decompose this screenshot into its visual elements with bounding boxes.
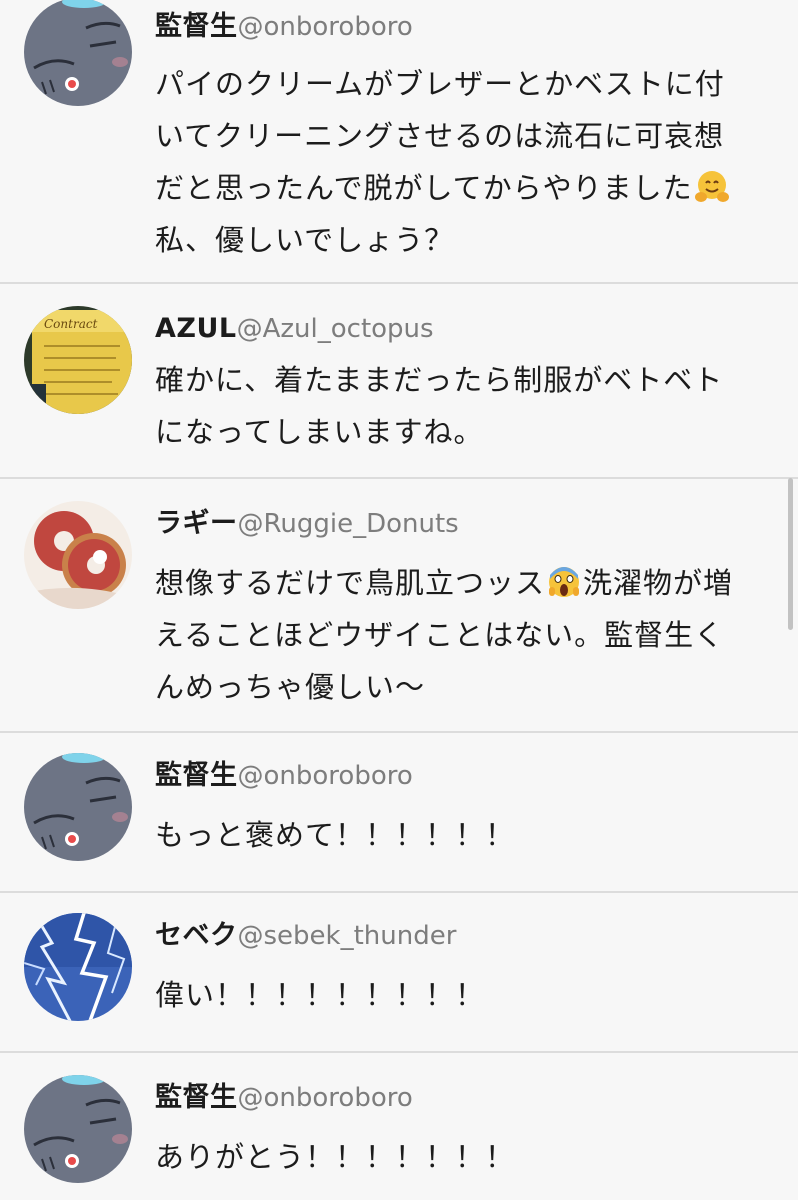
post-text-line: いてクリーニングさせるのは流石に可哀想 [155, 119, 725, 153]
post-text-line: パイのクリームがブレザーとかベストに付 [155, 67, 725, 101]
post-header: AZUL@Azul_octopus [155, 312, 434, 349]
display-name[interactable]: 監督生 [155, 11, 238, 42]
scrollbar[interactable] [788, 478, 793, 630]
avatar-lightning[interactable] [24, 913, 132, 1021]
user-handle[interactable]: @sebek_thunder [238, 921, 457, 951]
post-3[interactable]: ラギー@Ruggie_Donuts 想像するだけで鳥肌立つッス 洗濯物が増 える… [0, 479, 798, 731]
hugging-face-emoji [694, 171, 729, 202]
user-handle[interactable]: @onboroboro [238, 12, 413, 42]
screaming-face-emoji [549, 567, 580, 597]
post-text: 確かに、着たままだったら制服がベトベト になってしまいますね。 [155, 354, 765, 458]
user-handle[interactable]: @Azul_octopus [237, 314, 434, 344]
svg-text:Contract: Contract [44, 317, 98, 331]
user-handle[interactable]: @onboroboro [238, 1083, 413, 1113]
post-text-line: ありがとう！！！！！！！ [155, 1140, 516, 1174]
reply-feed: 監督生@onboroboro パイのクリームがブレザーとかベストに付 いてクリー… [0, 0, 798, 1200]
ghost-cat-avatar-icon [24, 0, 132, 106]
post-text-line: 偉い！！！！！！！！！ [155, 978, 486, 1012]
avatar-donuts[interactable] [24, 501, 132, 609]
post-text: 想像するだけで鳥肌立つッス 洗濯物が増 えることほどウザイことはない。監督生く … [155, 557, 765, 713]
post-text: パイのクリームがブレザーとかベストに付 いてクリーニングさせるのは流石に可哀想 … [155, 58, 765, 266]
avatar-ghost-cat[interactable] [24, 1075, 132, 1183]
post-text-segment: 洗濯物が増 [583, 566, 734, 600]
post-header: 監督生@onboroboro [155, 759, 413, 796]
contract-scroll-avatar-icon: Contract [24, 306, 132, 414]
display-name[interactable]: 監督生 [155, 760, 238, 791]
post-4[interactable]: 監督生@onboroboro もっと褒めて！！！！！！ [0, 733, 798, 891]
post-header: ラギー@Ruggie_Donuts [155, 507, 459, 544]
user-handle[interactable]: @Ruggie_Donuts [238, 509, 459, 539]
post-header: セベク@sebek_thunder [155, 919, 456, 956]
avatar-ghost-cat[interactable] [24, 0, 132, 106]
post-header: 監督生@onboroboro [155, 10, 413, 47]
user-handle[interactable]: @onboroboro [238, 761, 413, 791]
donuts-avatar-icon [24, 501, 132, 609]
post-2[interactable]: Contract AZUL@Azul_octopus 確かに、着たままだったら制… [0, 284, 798, 478]
post-text-line: 想像するだけで鳥肌立つッス 洗濯物が増 [155, 557, 765, 609]
post-text: 偉い！！！！！！！！！ [155, 969, 765, 1021]
ghost-cat-avatar-icon [24, 753, 132, 861]
post-text-line: もっと褒めて！！！！！！ [155, 818, 516, 852]
display-name[interactable]: セベク [155, 920, 238, 951]
post-6[interactable]: 監督生@onboroboro ありがとう！！！！！！！ [0, 1053, 798, 1200]
post-text: ありがとう！！！！！！！ [155, 1131, 765, 1183]
post-text-line: だと思ったんで脱がしてからやりました [155, 162, 765, 214]
post-5[interactable]: セベク@sebek_thunder 偉い！！！！！！！！！ [0, 893, 798, 1051]
post-header: 監督生@onboroboro [155, 1081, 413, 1118]
post-text-line: 確かに、着たままだったら制服がベトベト [155, 363, 724, 397]
avatar-contract[interactable]: Contract [24, 306, 132, 414]
display-name[interactable]: 監督生 [155, 1082, 238, 1113]
post-text-line: んめっちゃ優しい〜 [155, 670, 426, 704]
post-text-line: になってしまいますね。 [155, 415, 484, 449]
display-name[interactable]: AZUL [155, 313, 237, 344]
lightning-avatar-icon [24, 913, 132, 1021]
ghost-cat-avatar-icon [24, 1075, 132, 1183]
display-name[interactable]: ラギー [155, 508, 238, 539]
post-text-line: えることほどウザイことはない。監督生く [155, 618, 725, 652]
post-text: もっと褒めて！！！！！！ [155, 809, 765, 861]
post-text-segment: 想像するだけで鳥肌立つッス [155, 566, 546, 600]
post-text-line: 私、優しいでしょう？ [155, 223, 455, 257]
post-1[interactable]: 監督生@onboroboro パイのクリームがブレザーとかベストに付 いてクリー… [0, 0, 798, 282]
avatar-ghost-cat[interactable] [24, 753, 132, 861]
post-text-segment: だと思ったんで脱がしてからやりました [155, 171, 693, 205]
